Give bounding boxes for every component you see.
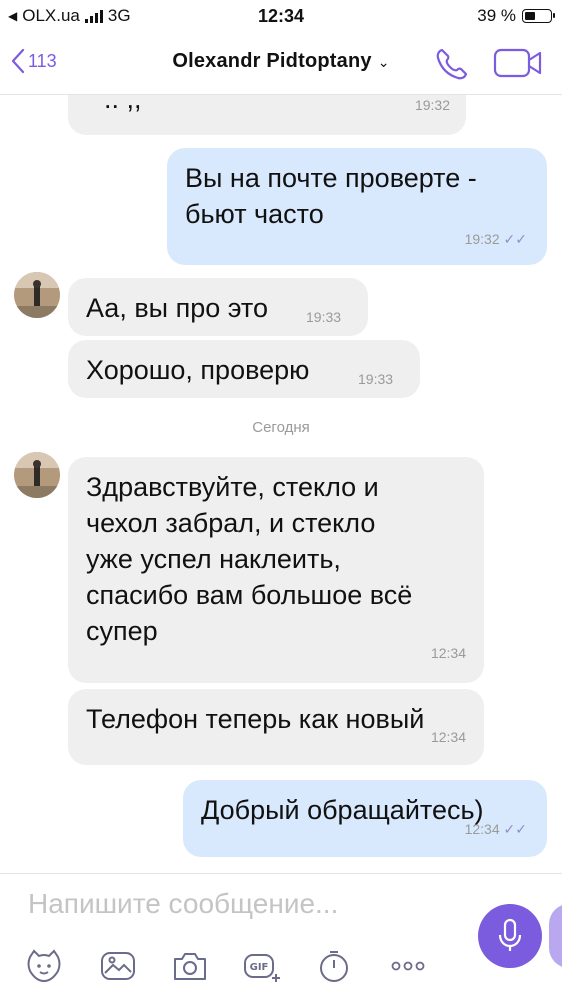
- timer-icon: [320, 951, 348, 982]
- gif-button[interactable]: GIF: [242, 946, 282, 986]
- message-time: 12:34 ✓✓: [465, 811, 527, 847]
- video-camera-icon: [493, 48, 542, 78]
- message-text: Хорошо, проверю: [86, 355, 310, 385]
- contact-name: Olexandr Pidtoptany: [172, 50, 372, 72]
- message-time: 12:34: [430, 729, 466, 745]
- message-bubble-incoming[interactable]: Здравствуйте, стекло и чехол забрал, и с…: [68, 457, 484, 683]
- message-text: Аа, вы про это: [86, 293, 268, 323]
- message-text-line: Вы на почте проверте -: [185, 163, 477, 193]
- time-text: 12:34: [464, 821, 500, 837]
- status-bar: ◀ OLX.ua 3G 12:34 39 %: [0, 0, 562, 32]
- avatar[interactable]: [14, 272, 60, 318]
- attachment-toolbar: GIF: [0, 946, 460, 986]
- camera-button[interactable]: [170, 946, 210, 986]
- message-bubble-incoming[interactable]: Хорошо, проверю 19:33: [68, 340, 420, 398]
- read-ticks-icon: ✓✓: [503, 821, 527, 837]
- secondary-action-button[interactable]: [549, 904, 562, 968]
- status-right: 39 %: [477, 6, 555, 26]
- message-text: Телефон теперь как новый: [86, 704, 425, 734]
- message-time: 19:32 ✓✓: [465, 221, 527, 257]
- chat-header: 113 Olexandr Pidtoptany ⌄: [0, 32, 562, 95]
- gallery-button[interactable]: [98, 946, 138, 986]
- read-ticks-icon: ✓✓: [503, 231, 527, 247]
- video-call-button[interactable]: [493, 48, 543, 83]
- battery-percent: 39 %: [477, 6, 516, 25]
- message-text-line: супер: [86, 616, 158, 646]
- time-text: 19:32: [464, 231, 500, 247]
- message-text-line: спасибо вам большое всё: [86, 580, 413, 610]
- message-bubble-incoming[interactable]: Телефон теперь как новый 12:34: [68, 689, 484, 765]
- camera-icon: [174, 953, 206, 980]
- message-bubble-incoming[interactable]: Аа, вы про это 19:33: [68, 278, 368, 336]
- message-time: 19:33: [358, 371, 394, 387]
- message-list[interactable]: .. ,, 19:32 Вы на почте проверте - бьют …: [0, 95, 562, 873]
- message-text-line: Здравствуйте, стекло и: [86, 472, 379, 502]
- gallery-icon: [101, 952, 135, 980]
- message-bubble-outgoing[interactable]: Добрый обращайтесь) 12:34 ✓✓: [183, 780, 547, 857]
- message-time: 12:34: [430, 645, 466, 661]
- sticker-button[interactable]: [24, 946, 64, 986]
- message-text-line: уже успел наклеить,: [86, 544, 341, 574]
- message-time: 19:32: [414, 97, 450, 113]
- svg-text:GIF: GIF: [250, 962, 269, 973]
- composer: Напишите сообщение... GIF: [0, 873, 562, 1000]
- chevron-down-icon: ⌄: [377, 54, 390, 70]
- sticker-icon: [27, 949, 61, 983]
- microphone-icon: [498, 918, 522, 951]
- date-separator: Сегодня: [252, 419, 310, 436]
- message-bubble-incoming[interactable]: .. ,, 19:32: [68, 95, 466, 135]
- avatar[interactable]: [14, 452, 60, 498]
- message-text: Добрый обращайтесь): [201, 795, 484, 825]
- voice-message-button[interactable]: [478, 904, 542, 968]
- message-text-line: чехол забрал, и стекло: [86, 508, 376, 538]
- message-input[interactable]: Напишите сообщение...: [28, 888, 338, 920]
- gif-icon: GIF: [244, 954, 280, 982]
- battery-icon: [522, 9, 555, 23]
- more-icon: [391, 961, 425, 971]
- call-button[interactable]: [434, 46, 470, 87]
- more-button[interactable]: [388, 946, 428, 986]
- message-text-partial: .. ,,: [104, 95, 142, 114]
- phone-icon: [436, 48, 468, 80]
- timer-button[interactable]: [314, 946, 354, 986]
- contact-title[interactable]: Olexandr Pidtoptany ⌄: [0, 50, 562, 73]
- message-time: 19:33: [306, 309, 342, 325]
- message-bubble-outgoing[interactable]: Вы на почте проверте - бьют часто 19:32 …: [167, 148, 547, 265]
